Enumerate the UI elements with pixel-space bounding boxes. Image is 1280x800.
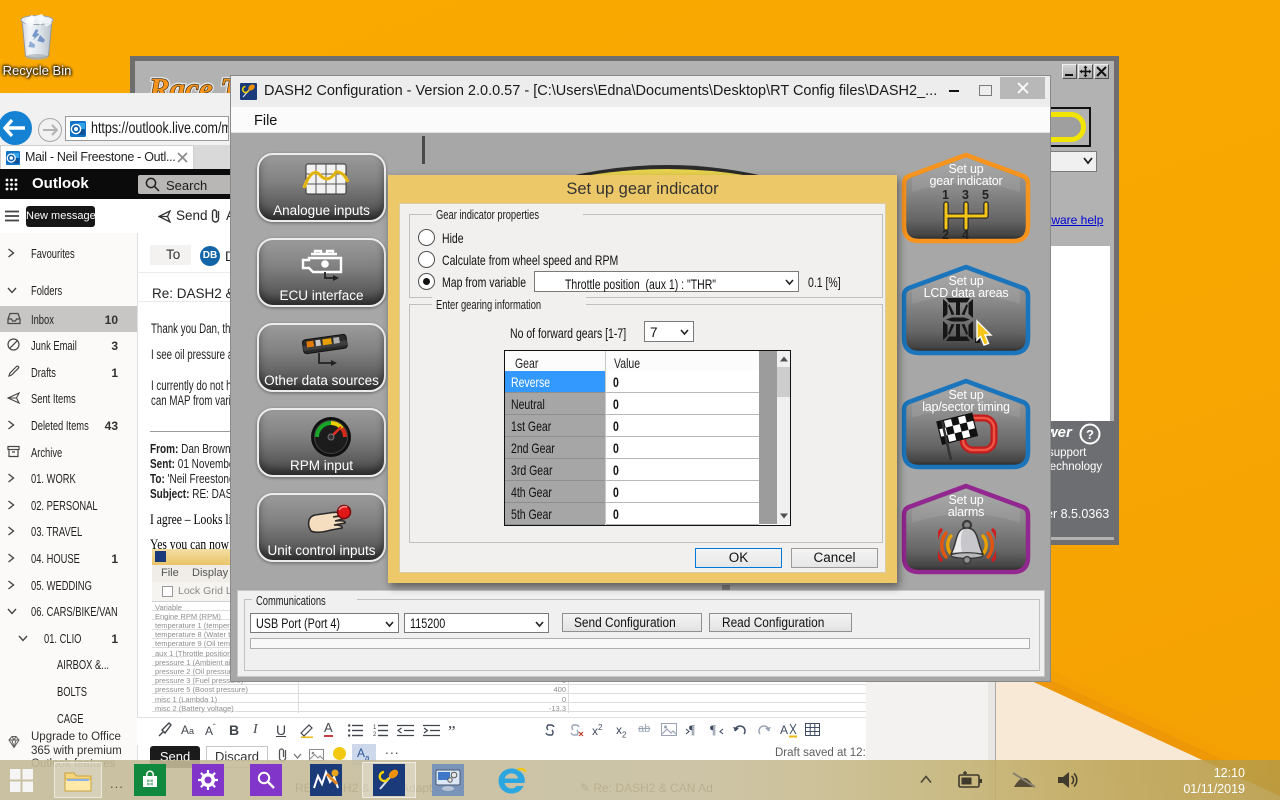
svg-text:3: 3 xyxy=(962,188,969,202)
svg-text:5: 5 xyxy=(982,188,989,202)
svg-text:?: ? xyxy=(1086,427,1094,442)
svg-text:1: 1 xyxy=(373,725,377,731)
svg-text:2: 2 xyxy=(373,732,377,737)
svg-text:1: 1 xyxy=(942,188,949,202)
svg-text:¶: ¶ xyxy=(710,722,716,737)
svg-text:¶: ¶ xyxy=(689,722,695,737)
svg-text:A: A xyxy=(780,723,788,737)
